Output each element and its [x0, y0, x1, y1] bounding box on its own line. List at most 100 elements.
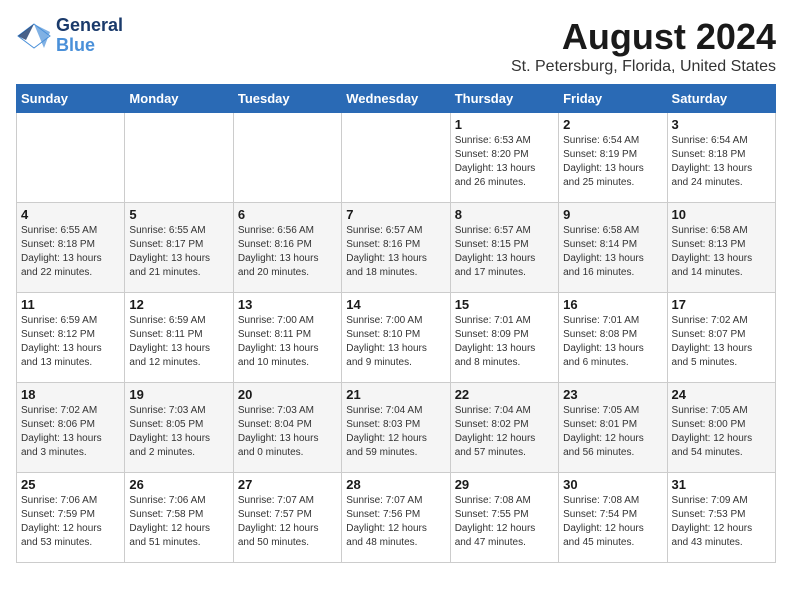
day-info: Sunrise: 7:05 AM Sunset: 8:00 PM Dayligh… [672, 404, 771, 460]
day-number: 11 [21, 297, 120, 312]
day-number: 31 [672, 477, 771, 492]
calendar-cell: 27 Sunrise: 7:07 AM Sunset: 7:57 PM Dayli… [233, 473, 341, 563]
day-info: Sunrise: 7:08 AM Sunset: 7:55 PM Dayligh… [455, 494, 554, 550]
day-number: 4 [21, 207, 120, 222]
day-number: 27 [238, 477, 337, 492]
day-number: 17 [672, 297, 771, 312]
day-info: Sunrise: 6:57 AM Sunset: 8:15 PM Dayligh… [455, 224, 554, 280]
calendar-cell [342, 113, 450, 203]
calendar-cell: 18 Sunrise: 7:02 AM Sunset: 8:06 PM Dayli… [17, 383, 125, 473]
calendar-week-5: 25 Sunrise: 7:06 AM Sunset: 7:59 PM Dayli… [17, 473, 776, 563]
weekday-header-saturday: Saturday [667, 85, 775, 113]
calendar-cell: 31 Sunrise: 7:09 AM Sunset: 7:53 PM Dayli… [667, 473, 775, 563]
calendar-cell: 22Sunrise: 7:04 AM Sunset: 8:02 PM Dayli… [450, 383, 558, 473]
day-number: 15 [455, 297, 554, 312]
weekday-header-monday: Monday [125, 85, 233, 113]
day-number: 18 [21, 387, 120, 402]
day-info: Sunrise: 7:02 AM Sunset: 8:06 PM Dayligh… [21, 404, 120, 460]
day-info: Sunrise: 7:07 AM Sunset: 7:56 PM Dayligh… [346, 494, 445, 550]
calendar-cell: 25 Sunrise: 7:06 AM Sunset: 7:59 PM Dayli… [17, 473, 125, 563]
day-info: Sunrise: 7:08 AM Sunset: 7:54 PM Dayligh… [563, 494, 662, 550]
calendar-cell: 16 Sunrise: 7:01 AM Sunset: 8:08 PM Dayli… [559, 293, 667, 383]
day-info: Sunrise: 7:04 AM Sunset: 8:03 PM Dayligh… [346, 404, 445, 460]
day-number: 25 [21, 477, 120, 492]
day-number: 19 [129, 387, 228, 402]
day-info: Sunrise: 6:56 AM Sunset: 8:16 PM Dayligh… [238, 224, 337, 280]
calendar-cell [125, 113, 233, 203]
day-info: Sunrise: 7:01 AM Sunset: 8:09 PM Dayligh… [455, 314, 554, 370]
day-info: Sunrise: 7:03 AM Sunset: 8:05 PM Dayligh… [129, 404, 228, 460]
day-info: Sunrise: 6:59 AM Sunset: 8:12 PM Dayligh… [21, 314, 120, 370]
day-number: 5 [129, 207, 228, 222]
day-number: 12 [129, 297, 228, 312]
day-info: Sunrise: 6:54 AM Sunset: 8:19 PM Dayligh… [563, 134, 662, 190]
calendar-week-3: 11 Sunrise: 6:59 AM Sunset: 8:12 PM Dayli… [17, 293, 776, 383]
day-info: Sunrise: 7:07 AM Sunset: 7:57 PM Dayligh… [238, 494, 337, 550]
title-area: August 2024 St. Petersburg, Florida, Uni… [511, 16, 776, 76]
day-info: Sunrise: 7:02 AM Sunset: 8:07 PM Dayligh… [672, 314, 771, 370]
day-number: 6 [238, 207, 337, 222]
calendar-cell: 11 Sunrise: 6:59 AM Sunset: 8:12 PM Dayli… [17, 293, 125, 383]
day-number: 28 [346, 477, 445, 492]
day-info: Sunrise: 7:06 AM Sunset: 7:59 PM Dayligh… [21, 494, 120, 550]
day-info: Sunrise: 6:58 AM Sunset: 8:14 PM Dayligh… [563, 224, 662, 280]
calendar-cell [233, 113, 341, 203]
day-number: 24 [672, 387, 771, 402]
day-info: Sunrise: 6:58 AM Sunset: 8:13 PM Dayligh… [672, 224, 771, 280]
day-info: Sunrise: 7:01 AM Sunset: 8:08 PM Dayligh… [563, 314, 662, 370]
calendar-week-1: 1 Sunrise: 6:53 AM Sunset: 8:20 PM Daylig… [17, 113, 776, 203]
day-number: 9 [563, 207, 662, 222]
calendar-header: SundayMondayTuesdayWednesdayThursdayFrid… [17, 85, 776, 113]
day-number: 14 [346, 297, 445, 312]
calendar-cell: 24 Sunrise: 7:05 AM Sunset: 8:00 PM Dayli… [667, 383, 775, 473]
page-title: August 2024 [511, 16, 776, 58]
calendar-cell: 19 Sunrise: 7:03 AM Sunset: 8:05 PM Dayli… [125, 383, 233, 473]
logo-label: General Blue [56, 16, 123, 56]
day-number: 20 [238, 387, 337, 402]
logo: General Blue [16, 16, 123, 56]
weekday-header-row: SundayMondayTuesdayWednesdayThursdayFrid… [17, 85, 776, 113]
calendar: SundayMondayTuesdayWednesdayThursdayFrid… [16, 84, 776, 563]
calendar-cell: 9 Sunrise: 6:58 AM Sunset: 8:14 PM Daylig… [559, 203, 667, 293]
day-number: 2 [563, 117, 662, 132]
calendar-cell: 13Sunrise: 7:00 AM Sunset: 8:11 PM Dayli… [233, 293, 341, 383]
calendar-cell: 21 Sunrise: 7:04 AM Sunset: 8:03 PM Dayli… [342, 383, 450, 473]
calendar-cell: 12 Sunrise: 6:59 AM Sunset: 8:11 PM Dayli… [125, 293, 233, 383]
calendar-cell: 15 Sunrise: 7:01 AM Sunset: 8:09 PM Dayli… [450, 293, 558, 383]
calendar-cell: 29Sunrise: 7:08 AM Sunset: 7:55 PM Dayli… [450, 473, 558, 563]
calendar-cell: 17 Sunrise: 7:02 AM Sunset: 8:07 PM Dayli… [667, 293, 775, 383]
day-number: 26 [129, 477, 228, 492]
day-info: Sunrise: 7:05 AM Sunset: 8:01 PM Dayligh… [563, 404, 662, 460]
day-number: 30 [563, 477, 662, 492]
calendar-cell: 30 Sunrise: 7:08 AM Sunset: 7:54 PM Dayli… [559, 473, 667, 563]
day-info: Sunrise: 6:53 AM Sunset: 8:20 PM Dayligh… [455, 134, 554, 190]
day-number: 16 [563, 297, 662, 312]
weekday-header-thursday: Thursday [450, 85, 558, 113]
calendar-cell: 5 Sunrise: 6:55 AM Sunset: 8:17 PM Daylig… [125, 203, 233, 293]
calendar-cell [17, 113, 125, 203]
weekday-header-tuesday: Tuesday [233, 85, 341, 113]
logo-general-text: General [56, 16, 123, 36]
calendar-week-2: 4Sunrise: 6:55 AM Sunset: 8:18 PM Daylig… [17, 203, 776, 293]
day-number: 1 [455, 117, 554, 132]
calendar-cell: 2 Sunrise: 6:54 AM Sunset: 8:19 PM Daylig… [559, 113, 667, 203]
day-info: Sunrise: 6:55 AM Sunset: 8:17 PM Dayligh… [129, 224, 228, 280]
day-number: 21 [346, 387, 445, 402]
calendar-cell: 7Sunrise: 6:57 AM Sunset: 8:16 PM Daylig… [342, 203, 450, 293]
day-number: 3 [672, 117, 771, 132]
day-info: Sunrise: 6:54 AM Sunset: 8:18 PM Dayligh… [672, 134, 771, 190]
day-number: 23 [563, 387, 662, 402]
calendar-cell: 23 Sunrise: 7:05 AM Sunset: 8:01 PM Dayli… [559, 383, 667, 473]
day-number: 8 [455, 207, 554, 222]
day-info: Sunrise: 7:06 AM Sunset: 7:58 PM Dayligh… [129, 494, 228, 550]
calendar-cell: 4Sunrise: 6:55 AM Sunset: 8:18 PM Daylig… [17, 203, 125, 293]
calendar-body: 1 Sunrise: 6:53 AM Sunset: 8:20 PM Daylig… [17, 113, 776, 563]
day-info: Sunrise: 6:59 AM Sunset: 8:11 PM Dayligh… [129, 314, 228, 370]
calendar-cell: 26 Sunrise: 7:06 AM Sunset: 7:58 PM Dayli… [125, 473, 233, 563]
weekday-header-wednesday: Wednesday [342, 85, 450, 113]
day-number: 22 [455, 387, 554, 402]
logo-icon [16, 22, 52, 50]
day-info: Sunrise: 7:09 AM Sunset: 7:53 PM Dayligh… [672, 494, 771, 550]
calendar-cell: 10Sunrise: 6:58 AM Sunset: 8:13 PM Dayli… [667, 203, 775, 293]
day-info: Sunrise: 7:00 AM Sunset: 8:11 PM Dayligh… [238, 314, 337, 370]
